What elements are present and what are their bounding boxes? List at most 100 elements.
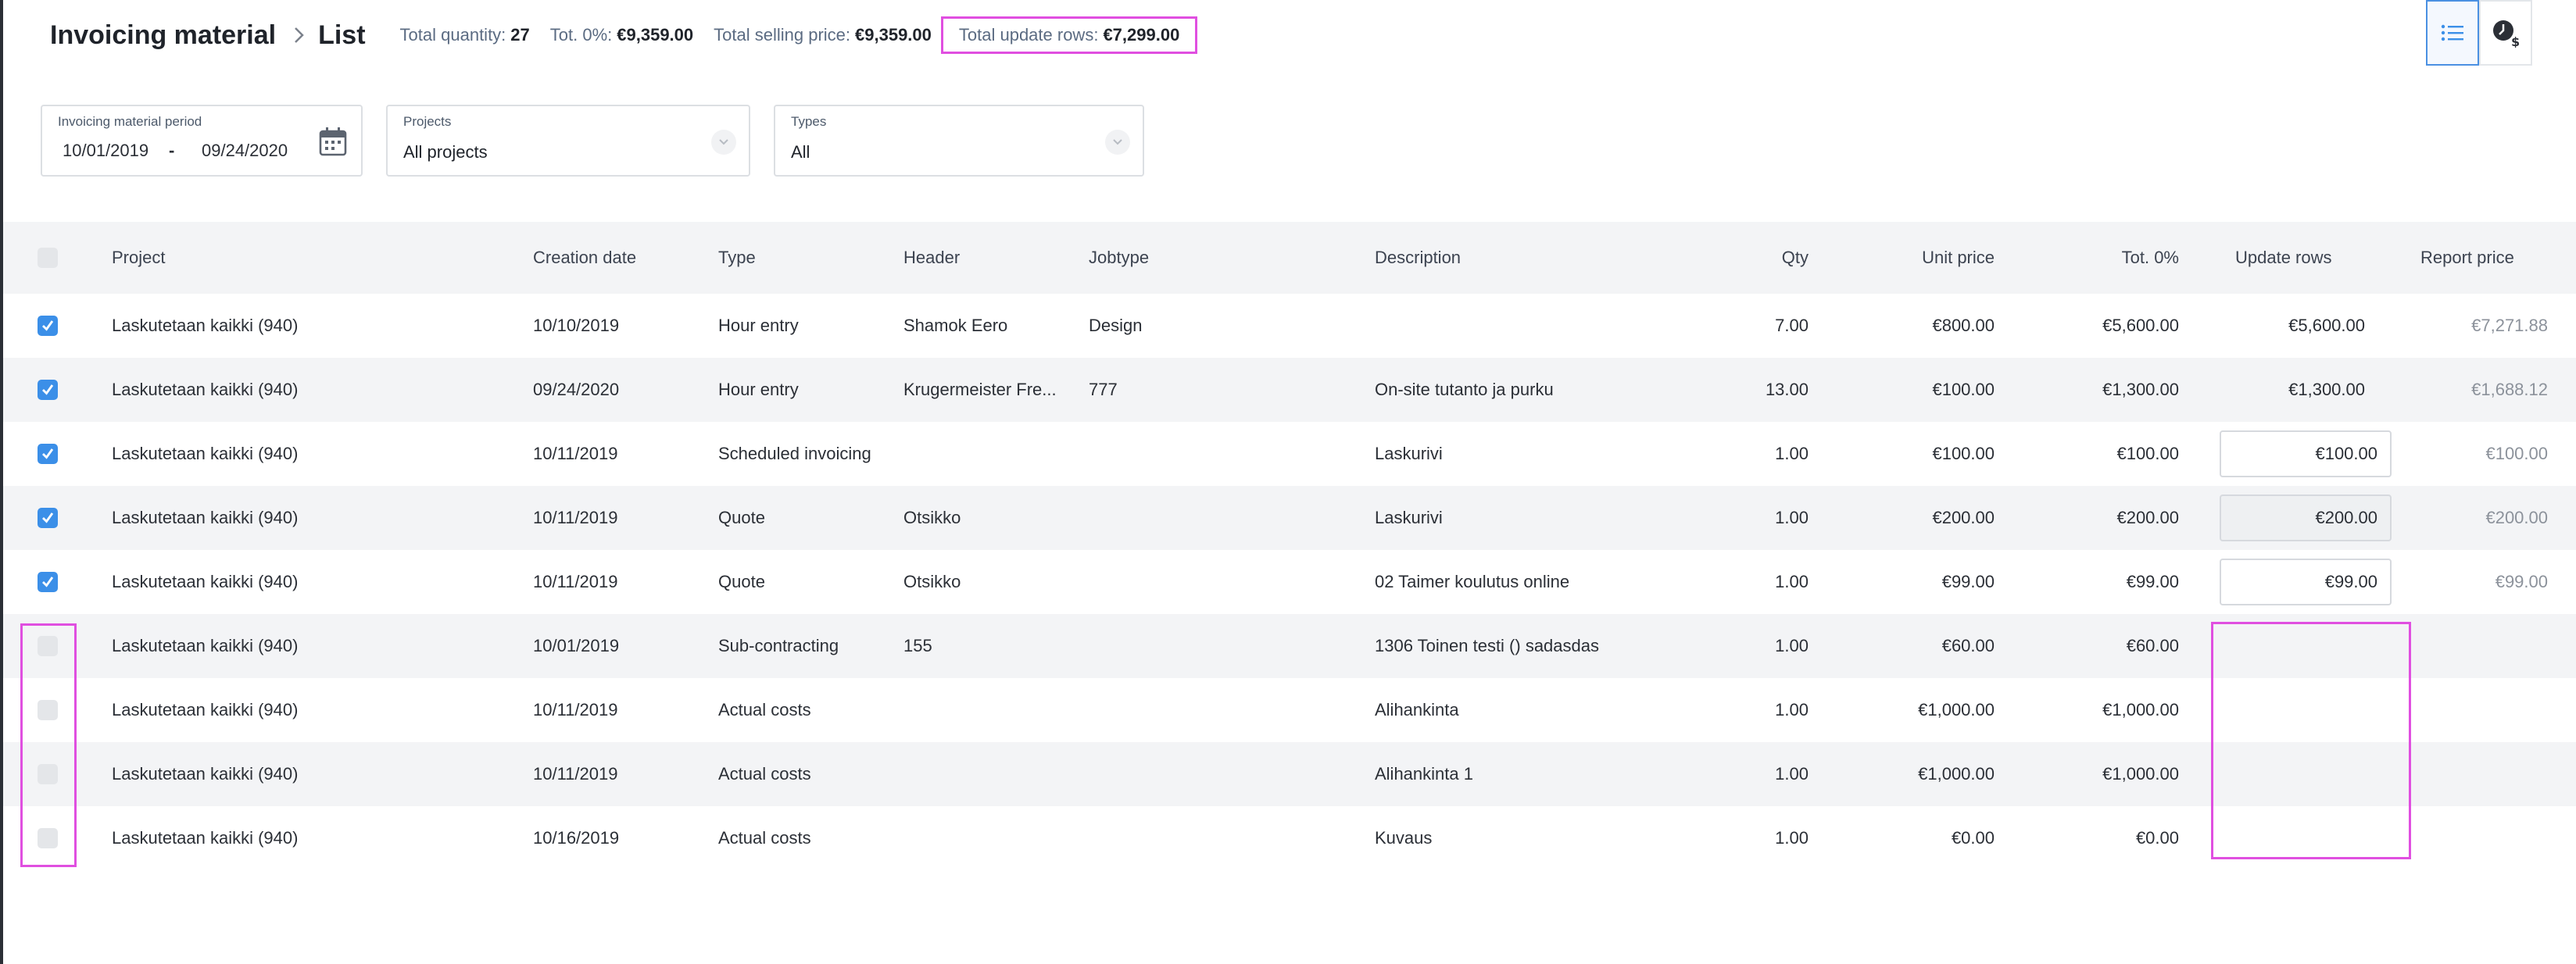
col-qty[interactable]: Qty — [1644, 248, 1809, 268]
select-all-checkbox[interactable] — [38, 248, 61, 268]
summary-view-button[interactable]: $ — [2479, 0, 2532, 66]
checkbox-empty-icon — [38, 636, 58, 656]
projects-value: All projects — [403, 142, 488, 162]
types-value: All — [791, 142, 810, 162]
update-rows-input: €200.00 — [2220, 494, 2392, 541]
cell-qty: 1.00 — [1775, 828, 1809, 848]
cell-unit-price: €100.00 — [1932, 444, 1995, 463]
cell-unit-price: €1,000.00 — [1918, 764, 1995, 784]
calendar-icon[interactable] — [319, 127, 347, 160]
col-project[interactable]: Project — [112, 248, 503, 268]
chevron-down-icon[interactable] — [1105, 130, 1130, 155]
types-select[interactable]: Types All — [774, 105, 1144, 177]
cell-jobtype: Design — [1089, 316, 1143, 335]
col-update-rows[interactable]: Update rows — [2235, 248, 2392, 268]
cell-qty: 1.00 — [1775, 700, 1809, 719]
checkbox-checked-icon — [38, 444, 58, 464]
checkbox-checked-icon — [38, 316, 58, 336]
cell-header: Otsikko — [903, 508, 961, 527]
cell-report-price: €1,688.12 — [2471, 380, 2548, 399]
page-header: Invoicing material List Total quantity: 2… — [50, 14, 1218, 56]
total-selling-price: Total selling price: €9,359.00 — [714, 25, 932, 45]
checkbox-checked-icon — [38, 572, 58, 592]
cell-header: Shamok Eero — [903, 316, 1008, 335]
table-row[interactable]: Laskutetaan kaikki (940) 10/10/2019 Hour e… — [3, 294, 2576, 358]
cell-header: Krugermeister Fre... — [903, 380, 1057, 399]
row-checkbox[interactable] — [38, 316, 61, 336]
summary-bar: Total quantity: 27 Tot. 0%: €9,359.00 Tota… — [400, 16, 1218, 54]
col-report-price[interactable]: Report price — [2420, 248, 2576, 268]
cell-type: Actual costs — [718, 700, 811, 719]
table-row[interactable]: Laskutetaan kaikki (940) 10/11/2019 Actual… — [3, 678, 2576, 742]
cell-type: Hour entry — [718, 316, 799, 335]
tot-zero-label: Tot. 0%: — [549, 25, 613, 45]
checkbox-empty-icon — [38, 828, 58, 848]
cell-header: Otsikko — [903, 572, 961, 591]
row-checkbox[interactable] — [38, 764, 61, 784]
update-rows-input[interactable]: €100.00 — [2220, 430, 2392, 477]
row-checkbox[interactable] — [38, 572, 61, 592]
cell-qty: 13.00 — [1765, 380, 1809, 399]
col-header[interactable]: Header — [903, 248, 1069, 268]
cell-creation-date: 10/01/2019 — [533, 636, 620, 655]
projects-select[interactable]: Projects All projects — [386, 105, 750, 177]
cell-project: Laskutetaan kaikki (940) — [112, 380, 299, 399]
invoicing-table: Project Creation date Type Header Jobtyp… — [3, 222, 2576, 870]
checkbox-empty-icon — [38, 700, 58, 720]
update-rows-input[interactable]: €99.00 — [2220, 559, 2392, 605]
cell-project: Laskutetaan kaikki (940) — [112, 700, 299, 719]
cell-creation-date: 10/11/2019 — [533, 508, 618, 527]
filter-bar: Invoicing material period 10/01/2019 - 0… — [41, 105, 1168, 177]
period-date-range[interactable]: Invoicing material period 10/01/2019 - 0… — [41, 105, 363, 177]
cell-update-rows: €5,600.00 — [2288, 316, 2365, 335]
col-creation-date[interactable]: Creation date — [533, 248, 705, 268]
table-row[interactable]: Laskutetaan kaikki (940) 10/11/2019 Quote O… — [3, 486, 2576, 550]
row-checkbox[interactable] — [38, 828, 61, 848]
col-tot[interactable]: Tot. 0% — [2012, 248, 2179, 268]
col-unit-price[interactable]: Unit price — [1824, 248, 1995, 268]
cell-qty: 1.00 — [1775, 764, 1809, 784]
list-view-button[interactable] — [2426, 0, 2479, 66]
period-from-date[interactable]: 10/01/2019 — [63, 141, 148, 161]
cell-tot: €100.00 — [2116, 444, 2179, 463]
cell-tot: €0.00 — [2135, 828, 2179, 848]
row-checkbox[interactable] — [38, 700, 61, 720]
cell-project: Laskutetaan kaikki (940) — [112, 764, 299, 784]
period-dash: - — [169, 141, 175, 160]
row-checkbox[interactable] — [38, 444, 61, 464]
cell-unit-price: €1,000.00 — [1918, 700, 1995, 719]
cell-report-price: €99.00 — [2495, 572, 2548, 591]
table-row[interactable]: Laskutetaan kaikki (940) 10/11/2019 Quote O… — [3, 550, 2576, 614]
clock-dollar-icon: $ — [2493, 20, 2520, 48]
list-icon — [2441, 24, 2463, 41]
cell-creation-date: 10/11/2019 — [533, 764, 618, 784]
table-row[interactable]: Laskutetaan kaikki (940) 09/24/2020 Hour e… — [3, 358, 2576, 422]
tot-zero-value: €9,359.00 — [617, 25, 694, 45]
cell-tot: €60.00 — [2126, 636, 2179, 655]
cell-type: Quote — [718, 508, 765, 527]
cell-jobtype: 777 — [1089, 380, 1118, 399]
cell-report-price: €100.00 — [2485, 444, 2548, 463]
col-jobtype[interactable]: Jobtype — [1089, 248, 1354, 268]
table-row[interactable]: Laskutetaan kaikki (940) 10/11/2019 Schedu… — [3, 422, 2576, 486]
total-update-label: Total update rows: — [958, 25, 1099, 45]
cell-unit-price: €60.00 — [1941, 636, 1995, 655]
row-checkbox[interactable] — [38, 380, 61, 400]
row-checkbox[interactable] — [38, 508, 61, 528]
cell-type: Scheduled invoicing — [718, 444, 871, 463]
cell-type: Actual costs — [718, 764, 811, 784]
cell-report-price: €7,271.88 — [2471, 316, 2548, 335]
period-to-date[interactable]: 09/24/2020 — [202, 141, 288, 161]
table-header: Project Creation date Type Header Jobtyp… — [3, 222, 2576, 294]
table-row[interactable]: Laskutetaan kaikki (940) 10/01/2019 Sub-co… — [3, 614, 2576, 678]
period-label: Invoicing material period — [58, 114, 202, 129]
breadcrumb-title[interactable]: Invoicing material — [50, 20, 276, 51]
chevron-down-icon[interactable] — [711, 130, 736, 155]
svg-text:$: $ — [2511, 34, 2520, 48]
table-row[interactable]: Laskutetaan kaikki (940) 10/11/2019 Actual… — [3, 742, 2576, 806]
col-type[interactable]: Type — [718, 248, 890, 268]
cell-creation-date: 10/10/2019 — [533, 316, 620, 335]
cell-unit-price: €800.00 — [1932, 316, 1995, 335]
table-row[interactable]: Laskutetaan kaikki (940) 10/16/2019 Actual… — [3, 806, 2576, 870]
row-checkbox[interactable] — [38, 636, 61, 656]
